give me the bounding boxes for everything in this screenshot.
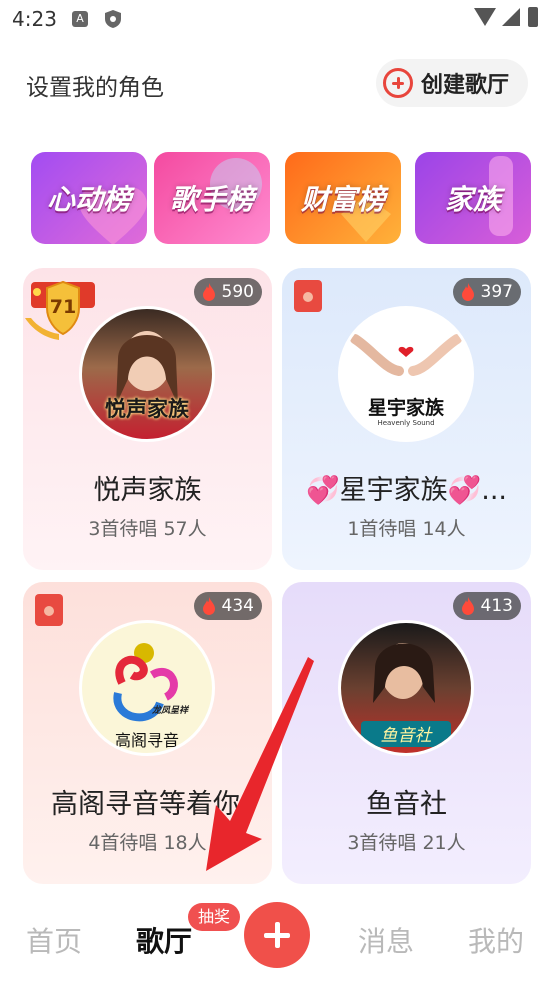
heat-badge: 590: [193, 278, 262, 306]
banner-label: 歌手榜: [169, 183, 254, 216]
app-notification-icon: A: [72, 11, 88, 27]
lottery-badge[interactable]: 抽奖: [188, 903, 241, 931]
nav-messages[interactable]: 消息: [358, 920, 414, 960]
heat-badge: 413: [452, 592, 521, 620]
plus-circle-icon: [383, 68, 413, 98]
level-number: 71: [49, 296, 77, 318]
room-stats: 3首待唱 21人: [347, 832, 466, 854]
red-packet-icon: [35, 594, 63, 626]
room-card[interactable]: 龙凤呈祥 高阁寻音 434 高阁寻音等着你 4首待唱 18人: [23, 582, 272, 884]
avatar-subcaption: Heavenly Sound: [377, 419, 435, 427]
flame-icon: [461, 283, 474, 301]
room-avatar: 龙凤呈祥 高阁寻音: [79, 620, 215, 756]
heat-badge: 434: [193, 592, 262, 620]
red-packet-icon: [294, 280, 322, 312]
heat-count: 413: [480, 596, 513, 616]
heat-count: 434: [221, 596, 254, 616]
nav-home[interactable]: 首页: [26, 920, 82, 960]
avatar-caption: 星宇家族: [367, 397, 444, 419]
room-card[interactable]: 星宇家族 Heavenly Sound 397 💞星宇家族💞... 1首待唱 1…: [282, 268, 531, 570]
room-avatar: 星宇家族 Heavenly Sound: [338, 306, 474, 442]
nav-mine[interactable]: 我的: [468, 920, 524, 960]
room-card[interactable]: 鱼音社 413 鱼音社 3首待唱 21人: [282, 582, 531, 884]
avatar-caption: 高阁寻音: [114, 731, 179, 750]
nav-add-button[interactable]: [244, 902, 310, 968]
avatar-caption: 鱼音社: [380, 726, 432, 746]
room-name: 鱼音社: [366, 789, 447, 820]
set-role-link[interactable]: 设置我的角色: [26, 68, 164, 102]
room-card[interactable]: 悦声家族 71 590 悦声家族 3首待唱 57人: [23, 268, 272, 570]
room-stats: 4首待唱 18人: [88, 832, 207, 854]
heat-count: 397: [480, 282, 513, 302]
flame-icon: [202, 597, 215, 615]
shield-icon: [104, 9, 122, 33]
flame-icon: [461, 597, 474, 615]
battery-icon: [528, 7, 538, 27]
banner-label: 心动榜: [46, 183, 131, 216]
signal-icon: [502, 8, 520, 26]
banner-family[interactable]: 家族: [415, 152, 531, 244]
avatar-tag: 龙凤呈祥: [152, 706, 189, 716]
heat-badge: 397: [452, 278, 521, 306]
nav-ktv[interactable]: 歌厅: [136, 920, 192, 960]
wifi-icon: [474, 8, 496, 26]
room-name: 💞星宇家族💞...: [306, 475, 507, 506]
banner-label: 财富榜: [300, 183, 385, 216]
room-name: 高阁寻音等着你: [51, 789, 240, 820]
banner-heartbeat-chart[interactable]: 心动榜: [31, 152, 147, 244]
flame-icon: [202, 283, 215, 301]
avatar-caption: 悦声家族: [105, 397, 189, 421]
banner-wealth-chart[interactable]: 财富榜: [285, 152, 401, 244]
create-ktv-label: 创建歌厅: [421, 73, 510, 98]
room-avatar: 鱼音社: [338, 620, 474, 756]
room-name: 悦声家族: [93, 475, 202, 506]
room-stats: 3首待唱 57人: [88, 518, 207, 540]
status-time: 4:23: [12, 7, 57, 31]
banner-label: 家族: [444, 183, 501, 216]
level-badge: 71: [23, 278, 103, 350]
create-ktv-button[interactable]: 创建歌厅: [376, 59, 528, 107]
heat-count: 590: [221, 282, 254, 302]
banner-singer-chart[interactable]: 歌手榜: [154, 152, 270, 244]
room-stats: 1首待唱 14人: [347, 518, 466, 540]
